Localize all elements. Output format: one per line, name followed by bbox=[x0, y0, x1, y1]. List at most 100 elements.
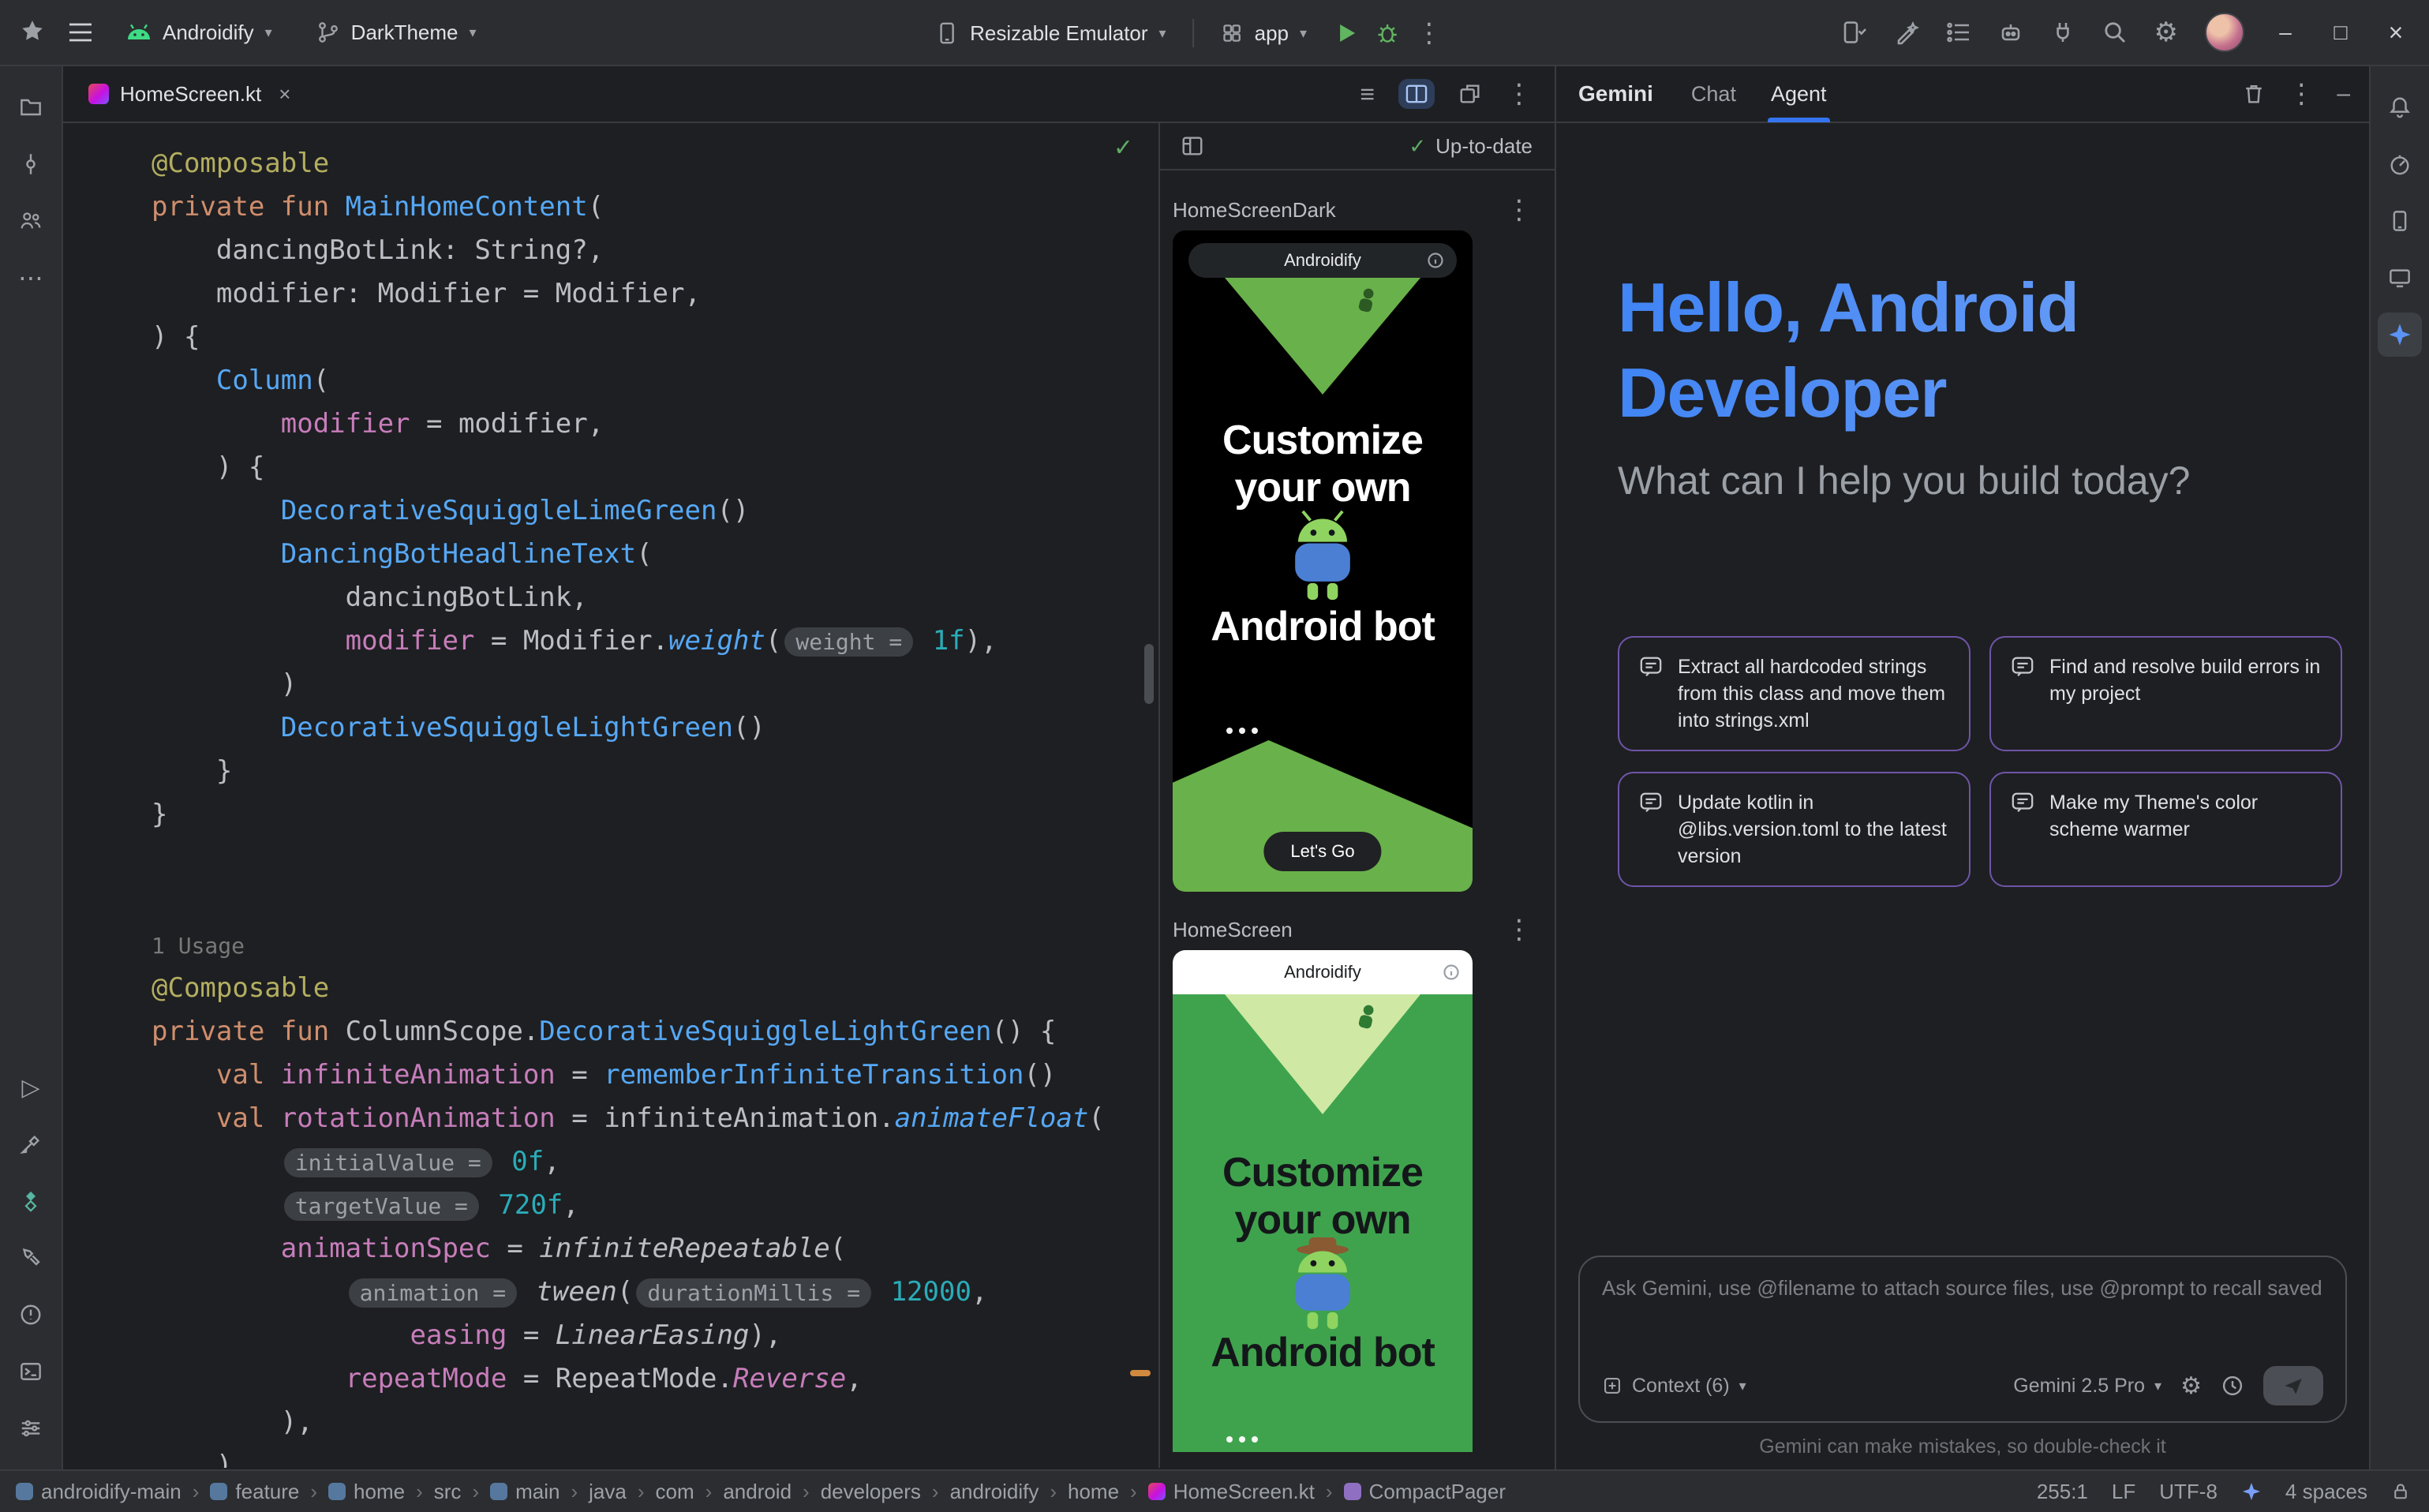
running-devices-icon[interactable] bbox=[2378, 256, 2422, 300]
close-tab-icon[interactable]: × bbox=[279, 82, 290, 107]
settings-gear-icon[interactable]: ⚙ bbox=[2154, 17, 2178, 48]
readonly-lock-icon[interactable] bbox=[2391, 1481, 2410, 1502]
pull-requests-tool-icon[interactable] bbox=[9, 199, 53, 243]
breadcrumb-separator: › bbox=[1326, 1480, 1333, 1504]
more-tool-windows-icon[interactable]: ⋯ bbox=[9, 256, 53, 300]
breadcrumb-item[interactable]: android bbox=[723, 1480, 792, 1504]
breadcrumb-item[interactable]: developers bbox=[821, 1480, 921, 1504]
build-tool-icon[interactable] bbox=[9, 1236, 53, 1280]
project-tool-icon[interactable] bbox=[9, 85, 53, 129]
editor-tab-homescreen[interactable]: HomeScreen.kt × bbox=[63, 65, 309, 122]
breadcrumb-item[interactable]: HomeScreen.kt bbox=[1148, 1480, 1315, 1504]
prompt-settings-icon[interactable]: ⚙ bbox=[2180, 1372, 2202, 1400]
terminal-tool-icon[interactable] bbox=[9, 1349, 53, 1394]
suggestion-update-kotlin[interactable]: Update kotlin in @libs.version.toml to t… bbox=[1618, 772, 1971, 887]
more-run-actions-icon[interactable]: ⋮ bbox=[1416, 17, 1443, 49]
suggestion-extract-strings[interactable]: Extract all hardcoded strings from this … bbox=[1618, 636, 1971, 751]
breadcrumb-item[interactable]: com bbox=[656, 1480, 694, 1504]
breadcrumb-item[interactable]: main bbox=[490, 1480, 560, 1504]
suggestion-warm-theme[interactable]: Make my Theme's color scheme warmer bbox=[1989, 772, 2342, 887]
device-manager-icon[interactable] bbox=[2378, 199, 2422, 243]
editor-options-icon[interactable]: ⋮ bbox=[1506, 78, 1533, 110]
commit-tool-icon[interactable] bbox=[9, 142, 53, 186]
line-separator[interactable]: LF bbox=[2112, 1480, 2135, 1504]
debug-button[interactable] bbox=[1375, 21, 1400, 46]
breadcrumbs: androidify-main›feature›home›src›main›ja… bbox=[16, 1480, 1506, 1504]
file-encoding[interactable]: UTF-8 bbox=[2159, 1480, 2218, 1504]
device-pair-icon[interactable] bbox=[1842, 20, 1867, 45]
run-button[interactable] bbox=[1334, 21, 1359, 46]
code-area[interactable]: @Composableprivate fun MainHomeContent( … bbox=[63, 123, 1158, 1468]
structure-view-icon[interactable]: ≡ bbox=[1360, 80, 1375, 109]
code-editor[interactable]: @Composableprivate fun MainHomeContent( … bbox=[63, 123, 1160, 1468]
vcs-branch-widget[interactable]: DarkTheme ▾ bbox=[305, 13, 488, 53]
ai-spark-icon[interactable] bbox=[2241, 1481, 2262, 1502]
editor-scrollbar[interactable] bbox=[1144, 644, 1154, 704]
window-minimize-button[interactable]: – bbox=[2271, 20, 2300, 45]
build-variants-tool-icon[interactable] bbox=[9, 1179, 53, 1223]
task-list-icon[interactable] bbox=[1946, 20, 1971, 45]
delete-conversation-icon[interactable] bbox=[2242, 82, 2266, 106]
tab-label: HomeScreen.kt bbox=[120, 82, 261, 107]
split-editor-icon[interactable] bbox=[1398, 79, 1435, 109]
model-selector[interactable]: Gemini 2.5 Pro ▾ bbox=[2013, 1375, 2161, 1398]
breadcrumb-item[interactable]: src bbox=[434, 1480, 462, 1504]
project-widget[interactable]: Androidify ▾ bbox=[115, 13, 283, 53]
open-in-window-icon[interactable] bbox=[1458, 82, 1482, 106]
ai-bot-icon[interactable] bbox=[1998, 20, 2023, 45]
preview-options-icon[interactable]: ⋮ bbox=[1506, 914, 1533, 945]
version-control-tool-icon[interactable] bbox=[9, 1406, 53, 1450]
gemini-options-icon[interactable]: ⋮ bbox=[2288, 78, 2315, 110]
breadcrumb-item[interactable]: home bbox=[328, 1480, 405, 1504]
inspections-ok-icon[interactable]: ✓ bbox=[1113, 134, 1133, 162]
breadcrumb-item[interactable]: feature bbox=[210, 1480, 299, 1504]
tab-chat[interactable]: Chat bbox=[1691, 65, 1736, 122]
tab-agent[interactable]: Agent bbox=[1771, 65, 1827, 122]
main-menu-icon[interactable] bbox=[68, 21, 93, 43]
caret-position[interactable]: 255:1 bbox=[2037, 1480, 2088, 1504]
breadcrumb-separator: › bbox=[705, 1480, 713, 1504]
preview-name: HomeScreenDark bbox=[1173, 198, 1336, 223]
plugin-icon[interactable] bbox=[2050, 20, 2075, 45]
user-avatar[interactable] bbox=[2205, 13, 2244, 52]
notifications-bell-icon[interactable] bbox=[2378, 85, 2422, 129]
breadcrumb-item[interactable]: java bbox=[589, 1480, 627, 1504]
hide-panel-icon[interactable]: – bbox=[2337, 80, 2350, 107]
gemini-header: Gemini Chat Agent ⋮ – bbox=[1556, 66, 2369, 123]
gemini-suggestion-cards: Extract all hardcoded strings from this … bbox=[1618, 636, 2342, 887]
profiler-icon[interactable] bbox=[2378, 142, 2422, 186]
gemini-prompt-input[interactable] bbox=[1602, 1276, 2323, 1301]
window-maximize-button[interactable]: □ bbox=[2326, 20, 2355, 45]
send-prompt-button[interactable] bbox=[2263, 1366, 2323, 1405]
preview-homescreen[interactable]: Androidify Customize your own bbox=[1173, 950, 1473, 1452]
run-toolbar-group: Resizable Emulator ▾ app ▾ ⋮ bbox=[924, 0, 1443, 66]
run-config-selector[interactable]: app ▾ bbox=[1211, 13, 1318, 54]
preview-options-icon[interactable]: ⋮ bbox=[1506, 194, 1533, 226]
search-icon[interactable] bbox=[2102, 20, 2128, 45]
window-close-button[interactable]: × bbox=[2382, 18, 2410, 47]
ai-edit-icon[interactable] bbox=[1894, 20, 1919, 45]
prompt-chat-icon bbox=[1638, 791, 1664, 814]
indent-info[interactable]: 4 spaces bbox=[2285, 1480, 2367, 1504]
prompt-history-icon[interactable] bbox=[2221, 1374, 2244, 1398]
tab-bar-actions: ≡ ⋮ bbox=[1360, 78, 1555, 110]
breadcrumb-item[interactable]: androidify bbox=[950, 1480, 1039, 1504]
gemini-input-box[interactable]: Context (6) ▾ Gemini 2.5 Pro ▾ ⚙ bbox=[1578, 1256, 2347, 1423]
gemini-input-right-controls: Gemini 2.5 Pro ▾ ⚙ bbox=[2013, 1366, 2323, 1405]
preview-layout-icon[interactable] bbox=[1181, 134, 1204, 158]
suggestion-resolve-errors[interactable]: Find and resolve build errors in my proj… bbox=[1989, 636, 2342, 751]
gemini-tool-icon[interactable] bbox=[2378, 313, 2422, 357]
breadcrumb-item[interactable]: androidify-main bbox=[16, 1480, 182, 1504]
preview-homescreendark[interactable]: Androidify Customize your own bbox=[1173, 230, 1473, 892]
problems-tool-icon[interactable] bbox=[9, 1293, 53, 1337]
breadcrumb-item[interactable]: CompactPager bbox=[1344, 1480, 1506, 1504]
device-selector[interactable]: Resizable Emulator ▾ bbox=[924, 13, 1177, 54]
preview-headline: your own bbox=[1173, 464, 1473, 511]
services-tool-icon[interactable] bbox=[9, 1122, 53, 1166]
breadcrumb-item[interactable]: home bbox=[1068, 1480, 1119, 1504]
lets-go-button[interactable]: Let's Go bbox=[1263, 832, 1381, 871]
device-phone-icon bbox=[935, 21, 959, 45]
context-selector[interactable]: Context (6) ▾ bbox=[1602, 1375, 1746, 1398]
preview-status-label: Up-to-date bbox=[1435, 134, 1533, 159]
run-tool-icon[interactable]: ▷ bbox=[9, 1065, 53, 1110]
